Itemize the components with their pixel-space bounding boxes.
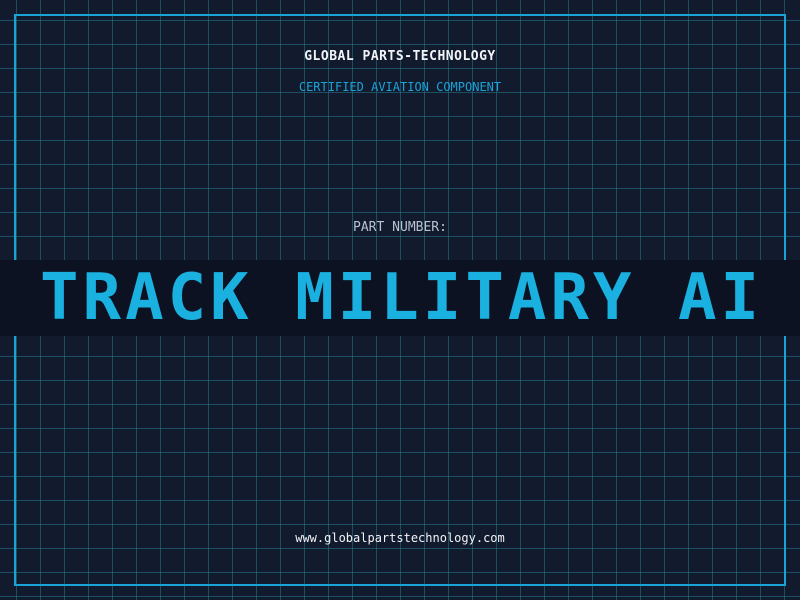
company-name: GLOBAL PARTS-TECHNOLOGY <box>304 49 496 64</box>
website-url[interactable]: www.globalpartstechnology.com <box>0 531 800 545</box>
part-number-band: TRACK MILITARY AI <box>0 260 800 336</box>
part-label-card: GLOBAL PARTS-TECHNOLOGY CERTIFIED AVIATI… <box>0 0 800 600</box>
part-number-value: TRACK MILITARY AI <box>40 261 764 335</box>
part-number-label: PART NUMBER: <box>353 220 447 235</box>
certification-tagline: CERTIFIED AVIATION COMPONENT <box>298 80 502 94</box>
